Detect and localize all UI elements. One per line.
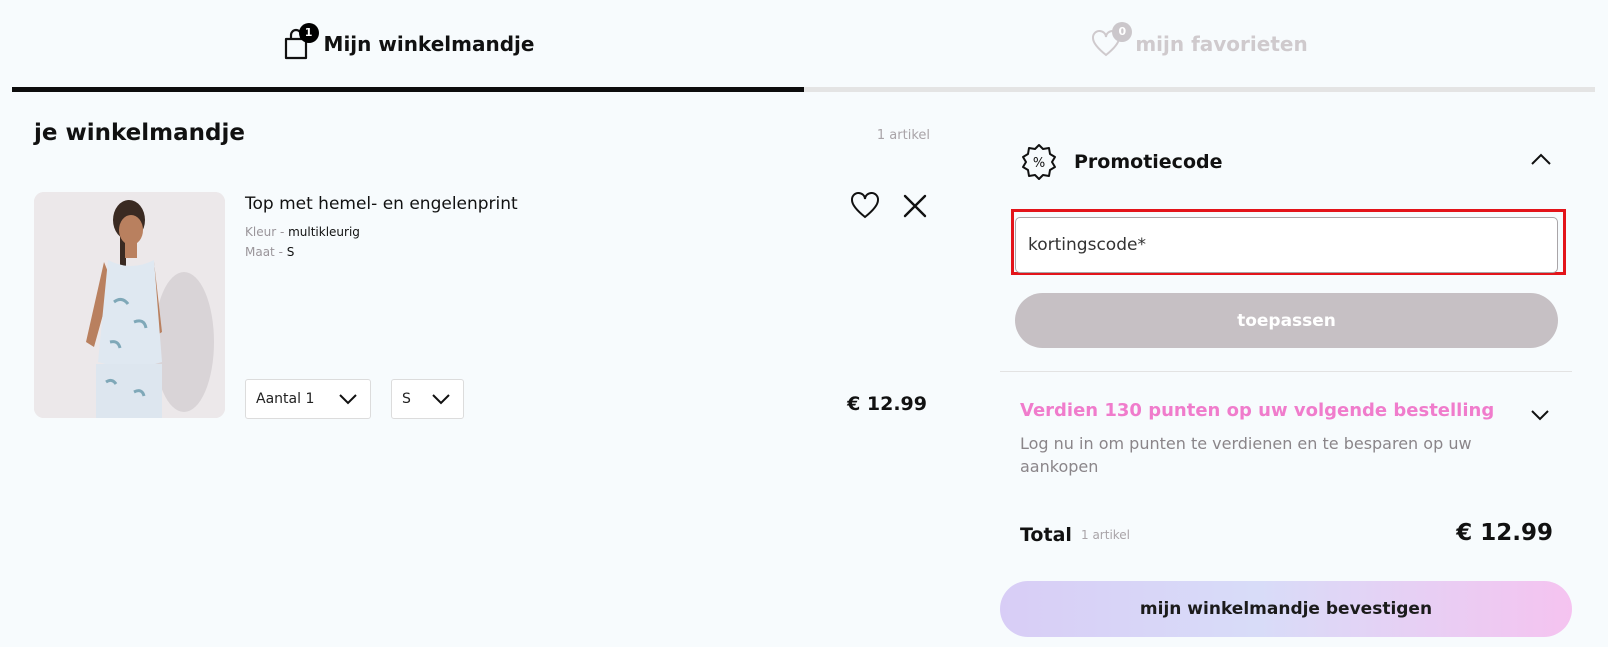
product-size-value: S [286,245,295,259]
svg-text:%: % [1033,156,1045,171]
product-name[interactable]: Top met hemel- en engelenprint [245,194,518,214]
cart-page: 1 Mijn winkelmandje 0 mijn favorieten je… [0,0,1608,647]
cart-title: je winkelmandje [34,120,245,146]
product-size-label: Maat - [245,245,287,259]
quantity-select-value: Aantal 1 [256,391,315,407]
chevron-down-icon[interactable] [1530,407,1550,423]
size-select[interactable]: S [391,379,464,419]
product-image[interactable] [34,192,225,418]
heart-icon: 0 [1091,21,1133,59]
chevron-up-icon [1531,153,1551,165]
divider [1000,371,1572,372]
loyalty-description: Log nu in om punten te verdienen en te b… [1020,434,1472,476]
product-size: Maat - S [245,245,294,259]
loyalty-points-title[interactable]: Verdien 130 punten op uw volgende bestel… [1020,400,1494,421]
add-to-favorites-button[interactable] [848,190,882,224]
tab-cart[interactable]: 1 Mijn winkelmandje [12,0,804,92]
tab-bar: 1 Mijn winkelmandje 0 mijn favorieten [12,0,1595,92]
promo-code-input[interactable] [1015,217,1558,273]
close-icon [903,194,927,217]
product-color-label: Kleur - [245,225,289,239]
cart-count-badge: 1 [298,22,319,43]
total-item-count: 1 artikel [1081,528,1131,542]
cart-item-count: 1 artikel [876,128,930,143]
item-price: € 12.99 [847,393,927,415]
chevron-down-icon [432,394,450,405]
confirm-cart-button[interactable]: mijn winkelmandje bevestigen [1000,581,1572,637]
total-price: € 12.99 [1456,520,1553,546]
tab-cart-label: Mijn winkelmandje [323,31,535,56]
favorites-count-badge: 0 [1112,21,1133,42]
quantity-select[interactable]: Aantal 1 [245,379,371,419]
promo-title: Promotiecode [1074,151,1223,173]
promo-code-toggle[interactable]: % Promotiecode [1020,142,1560,182]
remove-item-button[interactable] [898,190,932,224]
apply-promo-button[interactable]: toepassen [1015,293,1558,348]
chevron-down-icon [339,394,357,405]
shopping-bag-icon: 1 [282,22,319,61]
total-label: Total [1020,524,1072,546]
tab-favorites-label: mijn favorieten [1135,31,1308,56]
product-color-value: multikleurig [288,225,360,239]
tab-favorites[interactable]: 0 mijn favorieten [804,0,1595,92]
product-color: Kleur - multikleurig [245,225,360,239]
heart-icon [851,191,879,218]
discount-badge-icon: % [1022,144,1056,180]
size-select-value: S [402,391,411,407]
